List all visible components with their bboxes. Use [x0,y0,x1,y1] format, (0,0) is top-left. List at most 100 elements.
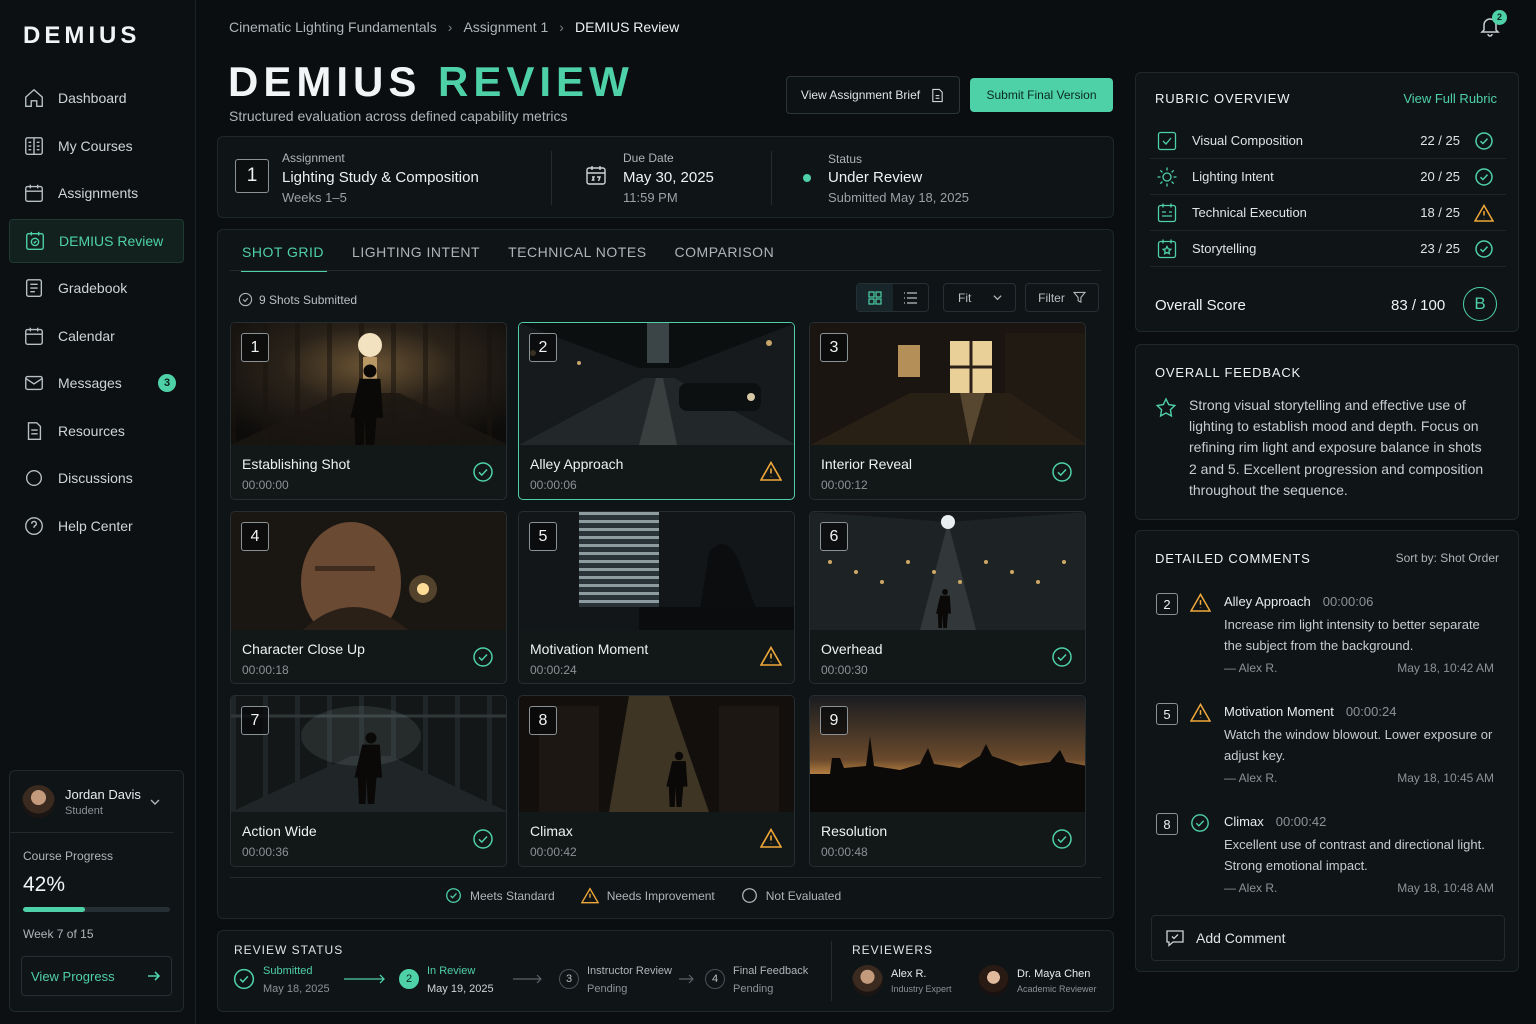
sidebar-item-calendar[interactable]: Calendar [9,314,184,358]
chevron-down-icon[interactable] [149,796,161,808]
rubric-label: Lighting Intent [1192,169,1274,184]
progress-bar [23,907,170,912]
sidebar-item-label: My Courses [58,137,133,154]
divider [831,941,832,1001]
empty-circle-icon [741,888,757,903]
step-number: 3 [559,969,579,989]
shot-card[interactable]: 8 Climax 00:00:42 [518,695,795,867]
warning-icon [760,828,782,850]
reviewers-heading: REVIEWERS [852,943,934,957]
shot-title: Action Wide [242,823,317,839]
chevron-right-icon: › [559,19,564,35]
app-logo[interactable]: DEMIUS [23,22,140,50]
grid-view-button[interactable] [857,284,893,311]
shot-card[interactable]: 2 Alley Approach 00:00:06 [518,322,795,500]
shot-title: Character Close Up [242,641,365,657]
view-progress-button[interactable]: View Progress [21,956,172,996]
shot-thumbnail-frame [810,696,1085,812]
step-submitted: Submitted May 18, 2025 [233,965,330,995]
comment-title: Climax 00:00:42 [1224,814,1327,829]
chat-icon [25,469,43,487]
mail-icon [25,375,43,391]
shot-thumbnail-frame [810,512,1085,630]
notification-badge: 2 [1492,10,1507,25]
comment-author: — Alex R. [1224,661,1278,675]
step-date: May 18, 2025 [263,983,330,995]
step-date: Pending [587,983,628,995]
filter-button[interactable]: Filter [1025,283,1099,312]
shot-thumbnail-frame [519,696,794,812]
shot-title: Resolution [821,823,888,839]
submit-final-version-button[interactable]: Submit Final Version [970,78,1113,112]
shot-card[interactable]: 3 Interior Reveal 00:00:12 [809,322,1086,500]
breadcrumb-course[interactable]: Cinematic Lighting Fundamentals [229,19,437,35]
step-name: Final Feedback [733,965,809,977]
tab-shot-grid[interactable]: SHOT GRID [240,244,328,272]
comment-date: May 18, 10:48 AM [1397,881,1494,895]
comment-author: — Alex R. [1224,771,1278,785]
sidebar-item-help-center[interactable]: Help Center [9,504,184,548]
reviewer-name: Dr. Maya Chen [1017,967,1091,980]
review-status-panel: REVIEW STATUS Submitted May 18, 2025 2 In… [217,930,1114,1012]
sidebar-item-my-courses[interactable]: My Courses [9,124,184,168]
breadcrumb-current: DEMIUS Review [574,19,680,35]
shot-card[interactable]: 5 Motivation Moment 00:00:24 [518,511,795,684]
warning-icon [1474,203,1494,222]
sidebar-item-label: Resources [58,422,125,439]
shot-title: Interior Reveal [821,456,913,472]
status-dot [803,174,811,182]
fit-select[interactable]: Fit [943,283,1016,312]
comment-timestamp: 00:00:42 [1275,814,1327,829]
avatar [22,785,55,818]
divider [551,151,552,205]
view-assignment-brief-button[interactable]: View Assignment Brief [786,76,960,114]
sidebar-item-resources[interactable]: Resources [9,409,184,453]
sidebar-item-assignments[interactable]: Assignments [9,171,184,215]
shot-number: 5 [529,522,557,551]
reviewer-alex[interactable]: Alex R. Industry Expert [852,965,952,996]
comments-heading: DETAILED COMMENTS [1155,551,1311,566]
sidebar-item-gradebook[interactable]: Gradebook [9,266,184,310]
legend-needs: Needs Improvement [580,887,715,904]
check-circle-icon [1051,828,1073,850]
sidebar-item-discussions[interactable]: Discussions [9,456,184,500]
add-comment-label: Add Comment [1196,930,1286,946]
shot-card[interactable]: 4 Character Close Up 00:00:18 [230,511,507,684]
shot-card[interactable]: 9 Resolution 00:00:48 [809,695,1086,867]
shot-card[interactable]: 6 Overhead 00:00:30 [809,511,1086,684]
sidebar-item-label: Dashboard [58,90,127,106]
user-menu[interactable]: Jordan Davis Student [10,771,173,833]
shot-card[interactable]: 7 Action Wide 00:00:36 [230,695,507,867]
view-toggle [856,283,929,312]
breadcrumb-assignment[interactable]: Assignment 1 [463,19,548,35]
tab-lighting-intent[interactable]: LIGHTING INTENT [352,244,480,272]
tab-comparison[interactable]: COMPARISON [675,244,775,272]
home-icon [25,88,43,107]
sidebar-item-dashboard[interactable]: Dashboard [9,76,184,120]
overall-score-value: 83 / 100 [1391,297,1446,314]
shot-title: Establishing Shot [242,456,351,472]
rubric-score: 23 / 25 [1420,241,1460,256]
add-comment-button[interactable]: Add Comment [1151,915,1505,961]
sidebar-item-demius-review[interactable]: DEMIUS Review [9,218,184,263]
shot-timestamp: 00:00:42 [530,845,577,859]
status-legend: Meets Standard Needs Improvement Not Eva… [445,887,841,904]
sidebar: DEMIUS Dashboard My Courses Assignments … [0,0,196,1024]
storytelling-icon [1157,239,1177,258]
list-view-button[interactable] [893,284,929,311]
comment-title: Alley Approach 00:00:06 [1224,594,1374,609]
step-final-feedback: 4 Final Feedback Pending [705,965,808,995]
shot-grid-panel: SHOT GRID LIGHTING INTENT TECHNICAL NOTE… [217,229,1114,919]
shot-card[interactable]: 1 Establishing Shot 00:00:00 [230,322,507,500]
reviewer-maya[interactable]: Dr. Maya Chen Academic Reviewer [978,965,1097,996]
shot-thumbnail [231,696,506,812]
tab-technical-notes[interactable]: TECHNICAL NOTES [508,244,646,272]
rubric-label: Storytelling [1192,241,1257,256]
reviewer-role: Academic Reviewer [1017,983,1097,994]
sort-select[interactable]: Sort by: Shot Order [1396,551,1499,565]
sidebar-item-messages[interactable]: Messages 3 [9,361,184,405]
view-full-rubric-link[interactable]: View Full Rubric [1403,91,1497,106]
shot-timestamp: 00:00:48 [821,845,868,859]
rubric-overview-panel: RUBRIC OVERVIEW View Full Rubric Visual … [1135,72,1519,332]
shot-thumbnail-frame [231,512,506,630]
